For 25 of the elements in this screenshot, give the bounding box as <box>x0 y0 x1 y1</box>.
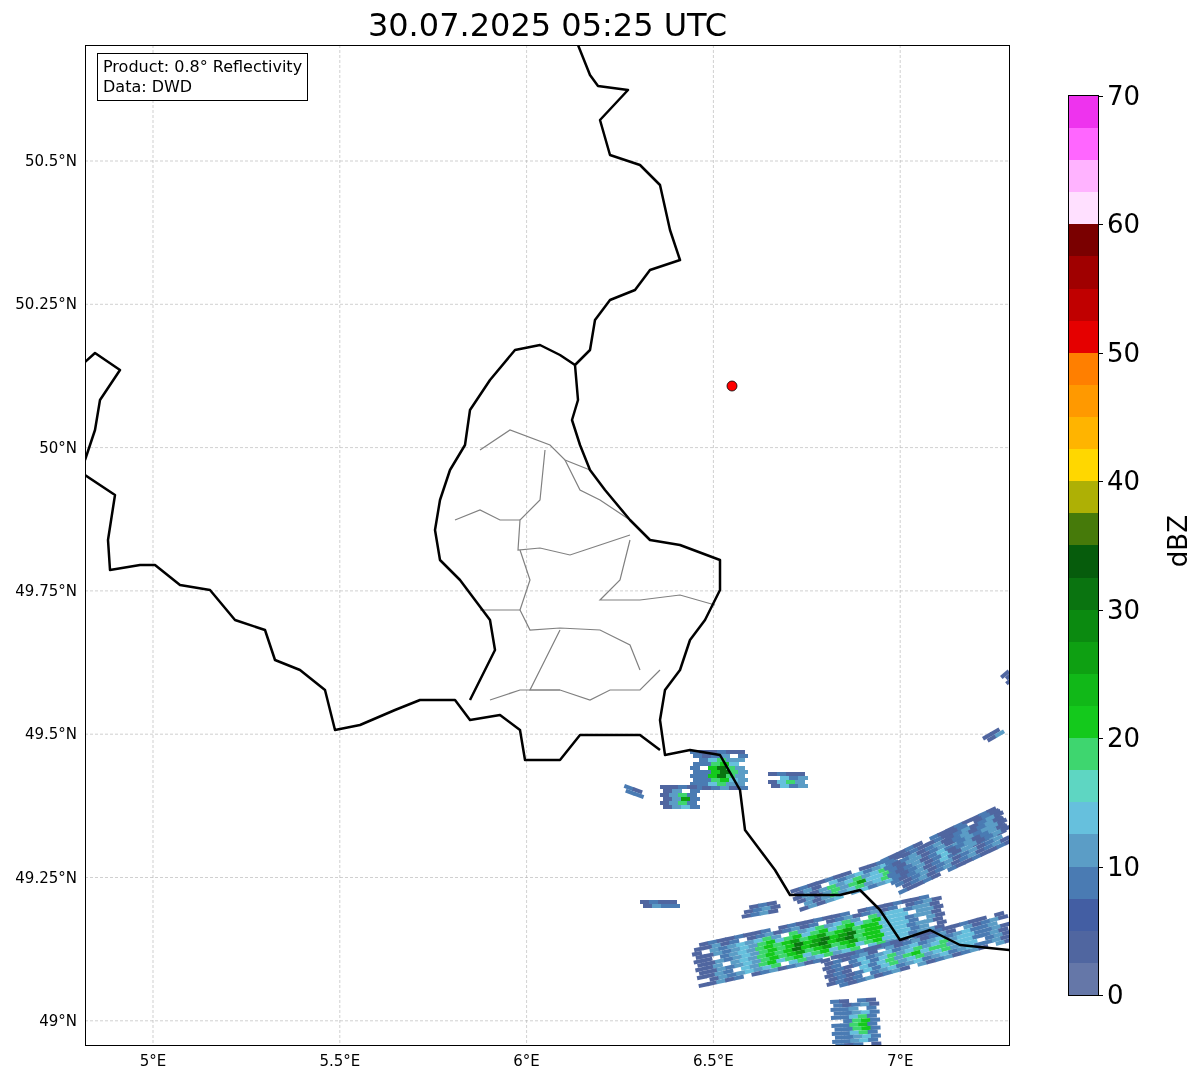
longitude-label: 6.5°E <box>692 1052 734 1070</box>
info-text: Product: 0.8° Reflectivity <box>103 57 303 77</box>
longitude-label: 6°E <box>513 1052 540 1070</box>
info-text: Data: DWD <box>103 77 194 97</box>
longitude-label: 5°E <box>139 1052 167 1070</box>
location-marker <box>726 380 738 392</box>
chart-title: 30.07.2025 05:25 UTC <box>367 5 728 45</box>
colorbar-label: dBZ <box>1163 515 1193 568</box>
latitude-label: 49.5°N <box>24 725 77 744</box>
colorbar-tick-label: 70 <box>1107 81 1141 111</box>
latitude-label: 50.25°N <box>15 295 77 314</box>
latitude-label: 49°N <box>39 1011 77 1030</box>
colorbar-tick-label: 50 <box>1107 337 1141 368</box>
colorbar-tick-label: 30 <box>1107 594 1141 625</box>
longitude-label: 5.5°E <box>319 1052 361 1070</box>
longitude-label: 7°E <box>886 1052 914 1070</box>
latitude-label: 50°N <box>39 438 77 457</box>
colorbar-tick-label: 10 <box>1107 851 1141 882</box>
latitude-label: 49.25°N <box>15 868 77 887</box>
colorbar-tick-label: 0 <box>1107 980 1124 1010</box>
latitude-label: 49.75°N <box>15 581 77 600</box>
colorbar-tick-label: 60 <box>1107 209 1141 240</box>
colorbar-tick-label: 40 <box>1107 466 1141 497</box>
latitude-label: 50.5°N <box>24 152 77 170</box>
colorbar-tick-label: 20 <box>1107 723 1141 754</box>
